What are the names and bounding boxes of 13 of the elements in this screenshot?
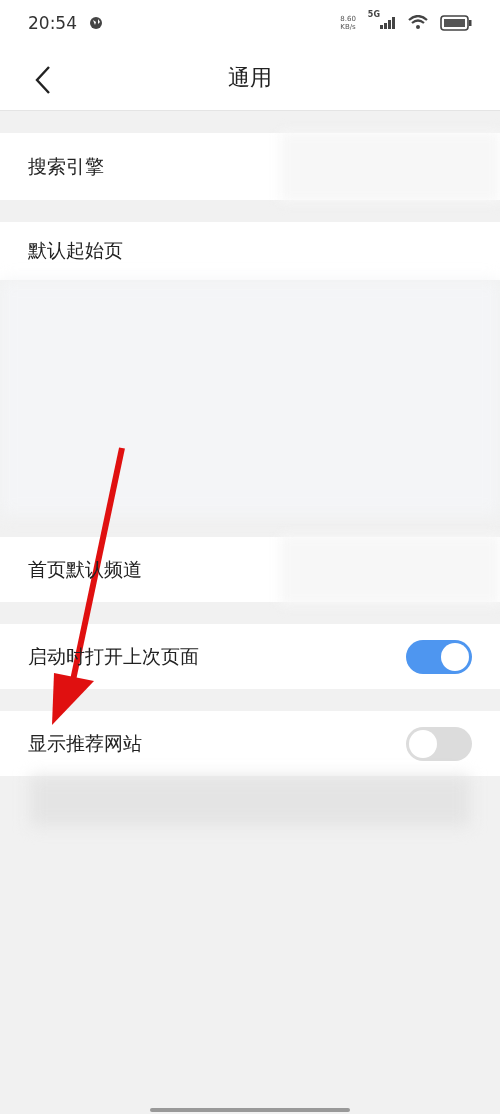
battery-icon — [440, 14, 472, 31]
globe-icon — [89, 15, 103, 30]
signal-icon — [380, 16, 396, 29]
setting-label: 显示推荐网站 — [28, 730, 142, 756]
setting-label: 搜索引擎 — [28, 153, 104, 179]
toggle-switch[interactable] — [406, 726, 472, 761]
toggle-switch[interactable] — [406, 639, 472, 674]
network-type: 5G — [367, 10, 380, 19]
wifi-icon — [408, 15, 428, 30]
back-icon[interactable] — [34, 65, 52, 95]
status-time: 20:54 — [28, 12, 77, 33]
page-title: 通用 — [228, 63, 272, 92]
setting-label: 默认起始页 — [28, 238, 123, 263]
